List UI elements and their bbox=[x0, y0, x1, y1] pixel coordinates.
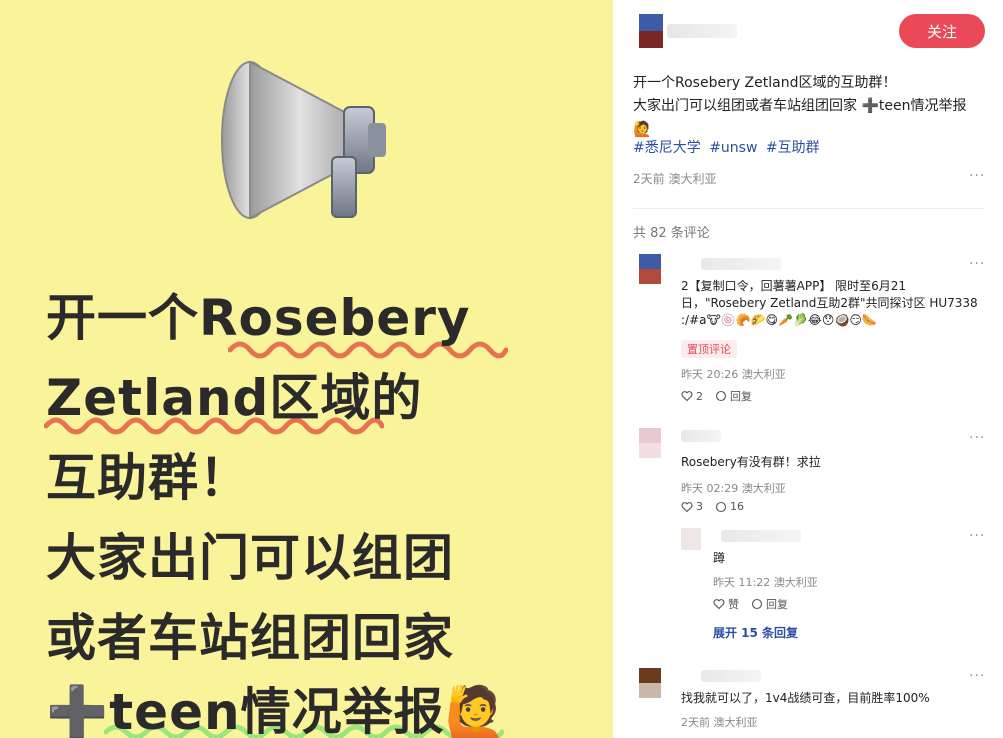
like-button[interactable]: 2 bbox=[681, 390, 703, 403]
post-image[interactable]: 开一个Rosebery Zetland区域的 互助群！ 大家出门可以组团 或者车… bbox=[0, 0, 613, 738]
comment-actions: 3 16 bbox=[681, 500, 744, 513]
poster-line-2: Zetland区域的 bbox=[46, 369, 423, 427]
megaphone-icon bbox=[221, 60, 386, 220]
comment-count: 共 82 条评论 bbox=[633, 226, 710, 241]
comment-item: ··· 2【复制口令，回薯薯APP】 限时至6月21日，"Rosebery Ze… bbox=[639, 254, 989, 404]
heart-icon bbox=[681, 501, 693, 512]
commenter-name-redacted[interactable] bbox=[701, 670, 761, 682]
heart-icon bbox=[713, 599, 725, 610]
comment-more-icon[interactable]: ··· bbox=[969, 256, 985, 272]
like-button[interactable]: 赞 bbox=[713, 596, 739, 612]
comment-actions: 赞 回复 bbox=[713, 596, 788, 612]
reply-label: 回复 bbox=[766, 598, 788, 611]
comment-more-icon[interactable]: ··· bbox=[969, 528, 985, 544]
comment-item: ··· 找我就可以了，1v4战绩可查，目前胜率100% 2天前 澳大利亚 bbox=[639, 668, 989, 734]
author-name-redacted[interactable] bbox=[667, 24, 737, 38]
commenter-name-redacted[interactable] bbox=[701, 258, 781, 270]
reply-count: 16 bbox=[730, 500, 744, 513]
author-avatar[interactable] bbox=[639, 14, 663, 48]
post-detail-panel: 关注 开一个Rosebery Zetland区域的互助群！ 大家出门可以组团或者… bbox=[613, 0, 1003, 738]
post-body: 开一个Rosebery Zetland区域的互助群！ 大家出门可以组团或者车站组… bbox=[633, 72, 983, 142]
reply-bubble-icon bbox=[715, 501, 727, 512]
reply-button[interactable]: 回复 bbox=[715, 388, 752, 404]
avatar[interactable] bbox=[681, 528, 701, 550]
poster-line-6: ➕teen情况举报🙋 bbox=[46, 683, 508, 738]
reply-item: ··· 蹲 昨天 11:22 澳大利亚 赞 回复 bbox=[681, 528, 989, 618]
comment-text: 2【复制口令，回薯薯APP】 限时至6月21日，"Rosebery Zetlan… bbox=[681, 279, 978, 327]
poster-line-4: 大家出门可以组团 bbox=[46, 529, 454, 587]
reply-button[interactable]: 回复 bbox=[751, 596, 788, 612]
reply-label: 回复 bbox=[730, 390, 752, 403]
comment-meta: 昨天 02:29 澳大利亚 bbox=[681, 482, 786, 495]
poster-line-5: 或者车站组团回家 bbox=[46, 609, 454, 667]
post-tags: #悉尼大学 #unsw #互助群 bbox=[633, 137, 824, 157]
reply-button[interactable]: 16 bbox=[715, 500, 744, 513]
follow-button[interactable]: 关注 bbox=[899, 14, 985, 48]
comment-actions: 2 回复 bbox=[681, 388, 752, 404]
author-row: 关注 bbox=[635, 14, 985, 50]
comment-text: 蹲 bbox=[713, 551, 726, 565]
post-text-line-2: 大家出门可以组团或者车站组团回家 ➕teen情况举报 bbox=[633, 98, 967, 114]
pinned-badge: 置顶评论 bbox=[681, 340, 737, 358]
avatar[interactable] bbox=[639, 428, 661, 458]
heart-icon bbox=[681, 391, 693, 402]
comment-meta: 昨天 11:22 澳大利亚 bbox=[713, 576, 818, 589]
comment-text: Rosebery有没有群！求拉 bbox=[681, 455, 821, 469]
like-button[interactable]: 3 bbox=[681, 500, 703, 513]
tag-link[interactable]: #悉尼大学 bbox=[633, 140, 701, 156]
poster-line-1: 开一个Rosebery bbox=[46, 289, 471, 347]
divider bbox=[633, 208, 985, 209]
like-count: 3 bbox=[696, 500, 703, 513]
comment-more-icon[interactable]: ··· bbox=[969, 430, 985, 446]
comment-meta: 2天前 澳大利亚 bbox=[681, 716, 758, 729]
like-count: 2 bbox=[696, 389, 703, 403]
avatar[interactable] bbox=[639, 668, 661, 698]
post-more-icon[interactable]: ··· bbox=[969, 168, 985, 184]
tag-link[interactable]: #unsw bbox=[709, 140, 757, 156]
avatar[interactable] bbox=[639, 254, 661, 284]
reply-bubble-icon bbox=[751, 598, 763, 610]
comment-meta: 昨天 20:26 澳大利亚 bbox=[681, 368, 786, 381]
poster-line-3: 互助群！ bbox=[46, 449, 250, 507]
reply-bubble-icon bbox=[715, 390, 727, 402]
post-text-line-1: 开一个Rosebery Zetland区域的互助群！ bbox=[633, 75, 897, 91]
commenter-name-redacted[interactable] bbox=[681, 430, 721, 442]
comment-item: ··· Rosebery有没有群！求拉 昨天 02:29 澳大利亚 3 16 bbox=[639, 428, 989, 518]
post-meta: 2天前 澳大利亚 bbox=[633, 172, 717, 186]
like-label: 赞 bbox=[728, 598, 739, 611]
commenter-name-redacted[interactable] bbox=[721, 530, 801, 542]
tag-link[interactable]: #互助群 bbox=[766, 140, 820, 156]
comment-more-icon[interactable]: ··· bbox=[969, 668, 985, 684]
comment-text: 找我就可以了，1v4战绩可查，目前胜率100% bbox=[681, 691, 930, 705]
expand-replies-link[interactable]: 展开 15 条回复 bbox=[713, 624, 798, 641]
